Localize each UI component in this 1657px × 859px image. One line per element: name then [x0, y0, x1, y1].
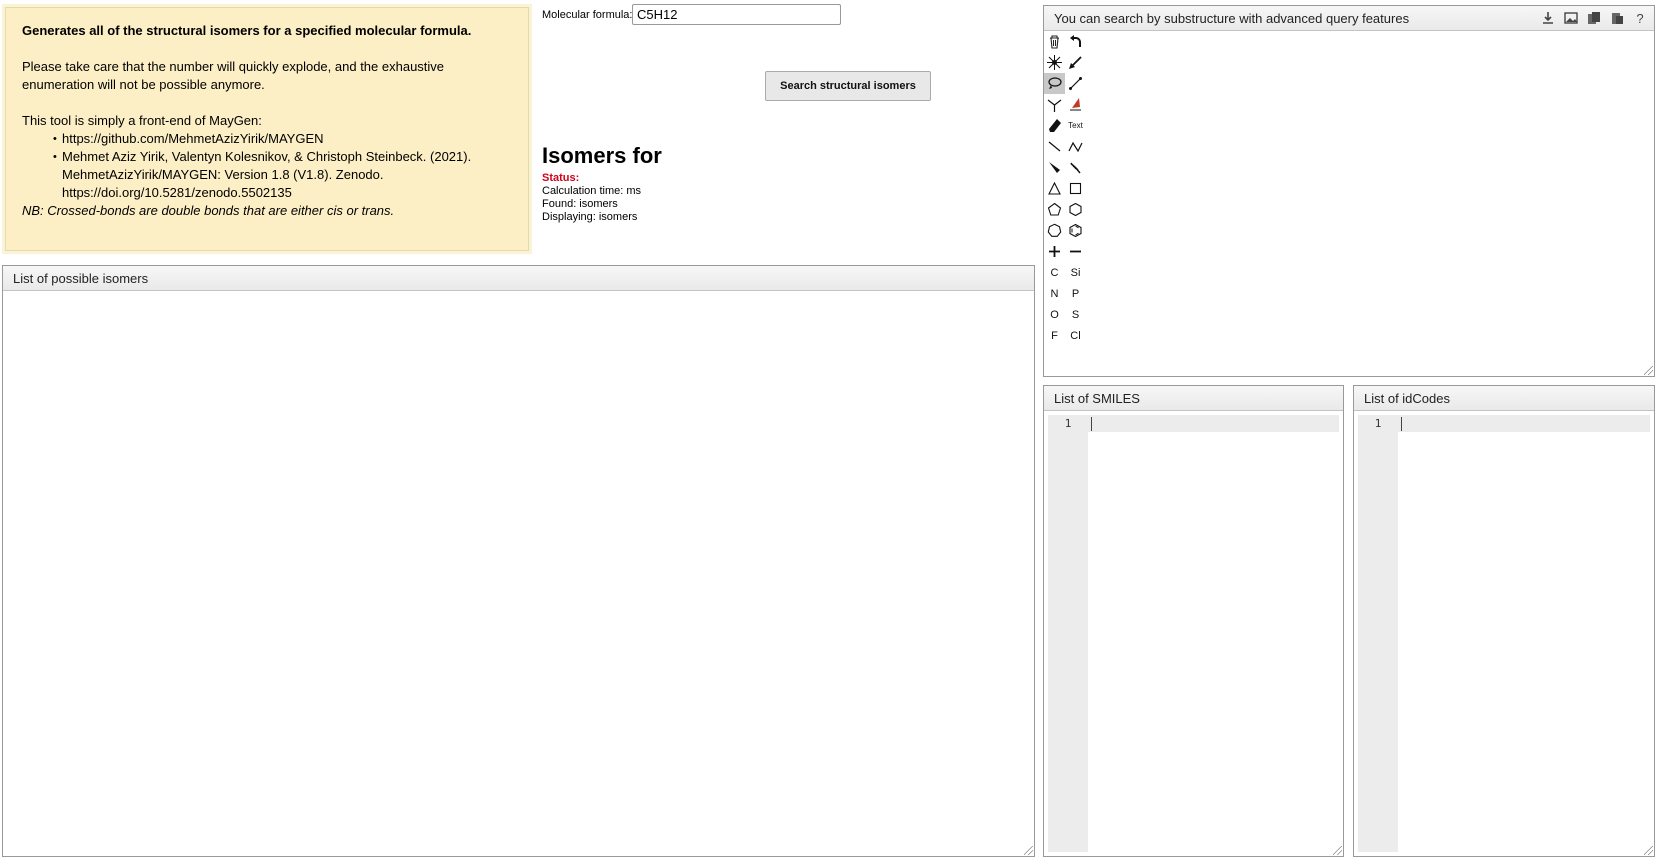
status-block: Status: Calculation time: ms Found: isom…	[542, 172, 641, 224]
undo-icon[interactable]	[1065, 31, 1086, 52]
line-number: 1	[1064, 417, 1072, 430]
frontend-text: This tool is simply a front-end of MayGe…	[22, 113, 262, 128]
active-line	[1088, 415, 1339, 432]
idcodes-header: List of idCodes	[1354, 386, 1654, 411]
paste-icon[interactable]	[1609, 10, 1625, 26]
status-label: Status:	[542, 172, 580, 184]
isomer-list-panel: List of possible isomers	[2, 265, 1035, 857]
resize-handle[interactable]	[1644, 846, 1653, 855]
text-cursor	[1091, 417, 1092, 431]
text-tool[interactable]: Text	[1065, 115, 1086, 136]
idcodes-editor[interactable]: 1	[1358, 415, 1650, 852]
idcodes-panel: List of idCodes 1	[1353, 385, 1655, 857]
isomers-title: Isomers for	[542, 143, 662, 168]
reference-citation: Mehmet Aziz Yirik, Valentyn Kolesnikov, …	[53, 148, 512, 202]
cycloheptane-icon[interactable]	[1044, 220, 1065, 241]
resize-handle[interactable]	[1024, 846, 1033, 855]
atom-fluorine[interactable]: F	[1044, 325, 1065, 346]
resize-handle[interactable]	[1333, 846, 1342, 855]
found-count: Found: isomers	[542, 198, 618, 210]
text-cursor	[1401, 417, 1402, 431]
up-wedge-bond-icon[interactable]	[1044, 157, 1065, 178]
reference-list: https://github.com/MehmetAzizYirik/MAYGE…	[22, 130, 512, 202]
help-icon[interactable]: ?	[1632, 10, 1648, 26]
displaying-count: Displaying: isomers	[542, 211, 638, 223]
down-hash-bond-icon[interactable]	[1065, 157, 1086, 178]
atom-chlorine[interactable]: Cl	[1065, 325, 1086, 346]
cyclobutane-icon[interactable]	[1065, 178, 1086, 199]
atom-sulfur[interactable]: S	[1065, 304, 1086, 325]
cyclohexane-icon[interactable]	[1065, 199, 1086, 220]
active-line	[1398, 415, 1650, 432]
search-isomers-button[interactable]: Search structural isomers	[765, 71, 931, 101]
single-bond-tool-icon[interactable]	[1065, 73, 1086, 94]
nb-text: NB: Crossed-bonds are double bonds that …	[22, 203, 395, 218]
atom-oxygen[interactable]: O	[1044, 304, 1065, 325]
line-gutter: 1	[1048, 415, 1088, 852]
smiles-header: List of SMILES	[1044, 386, 1343, 411]
chain-fork-icon[interactable]	[1044, 94, 1065, 115]
benzene-icon[interactable]	[1065, 220, 1086, 241]
positive-charge-icon[interactable]	[1044, 241, 1065, 262]
line-number: 1	[1374, 417, 1382, 430]
smiles-editor[interactable]: 1	[1048, 415, 1339, 852]
formula-label: Molecular formula:	[542, 9, 633, 21]
editor-actions: ?	[1540, 10, 1648, 26]
editor-toolbar: Text C Si N P O S F Cl	[1044, 31, 1088, 346]
structure-editor-panel: You can search by substructure with adva…	[1043, 5, 1655, 377]
formula-input[interactable]	[632, 4, 841, 25]
image-icon[interactable]	[1563, 10, 1579, 26]
negative-charge-icon[interactable]	[1065, 241, 1086, 262]
reference-github: https://github.com/MehmetAzizYirik/MAYGE…	[53, 130, 512, 148]
cyclopropane-icon[interactable]	[1044, 178, 1065, 199]
atom-silicon[interactable]: Si	[1065, 262, 1086, 283]
resize-handle[interactable]	[1644, 366, 1653, 375]
calculation-time: Calculation time: ms	[542, 185, 642, 197]
delete-all-icon[interactable]	[1044, 31, 1065, 52]
zoom-icon[interactable]	[1065, 52, 1086, 73]
copy-icon[interactable]	[1586, 10, 1602, 26]
cyclopentane-icon[interactable]	[1044, 199, 1065, 220]
lasso-select-icon[interactable]	[1044, 73, 1065, 94]
atom-nitrogen[interactable]: N	[1044, 283, 1065, 304]
isomer-list-header: List of possible isomers	[3, 266, 1034, 291]
atom-mapper-icon[interactable]	[1065, 94, 1086, 115]
warning-text: Please take care that the number will qu…	[22, 59, 445, 92]
eraser-icon[interactable]	[1044, 115, 1065, 136]
smiles-panel: List of SMILES 1	[1043, 385, 1344, 857]
info-box: Generates all of the structural isomers …	[5, 7, 529, 251]
clean-icon[interactable]	[1044, 52, 1065, 73]
atom-carbon[interactable]: C	[1044, 262, 1065, 283]
chain-tool-icon[interactable]	[1065, 136, 1086, 157]
single-bond-icon[interactable]	[1044, 136, 1065, 157]
atom-phosphorus[interactable]: P	[1065, 283, 1086, 304]
intro-text: Generates all of the structural isomers …	[22, 23, 472, 38]
download-icon[interactable]	[1540, 10, 1556, 26]
line-gutter: 1	[1358, 415, 1398, 852]
